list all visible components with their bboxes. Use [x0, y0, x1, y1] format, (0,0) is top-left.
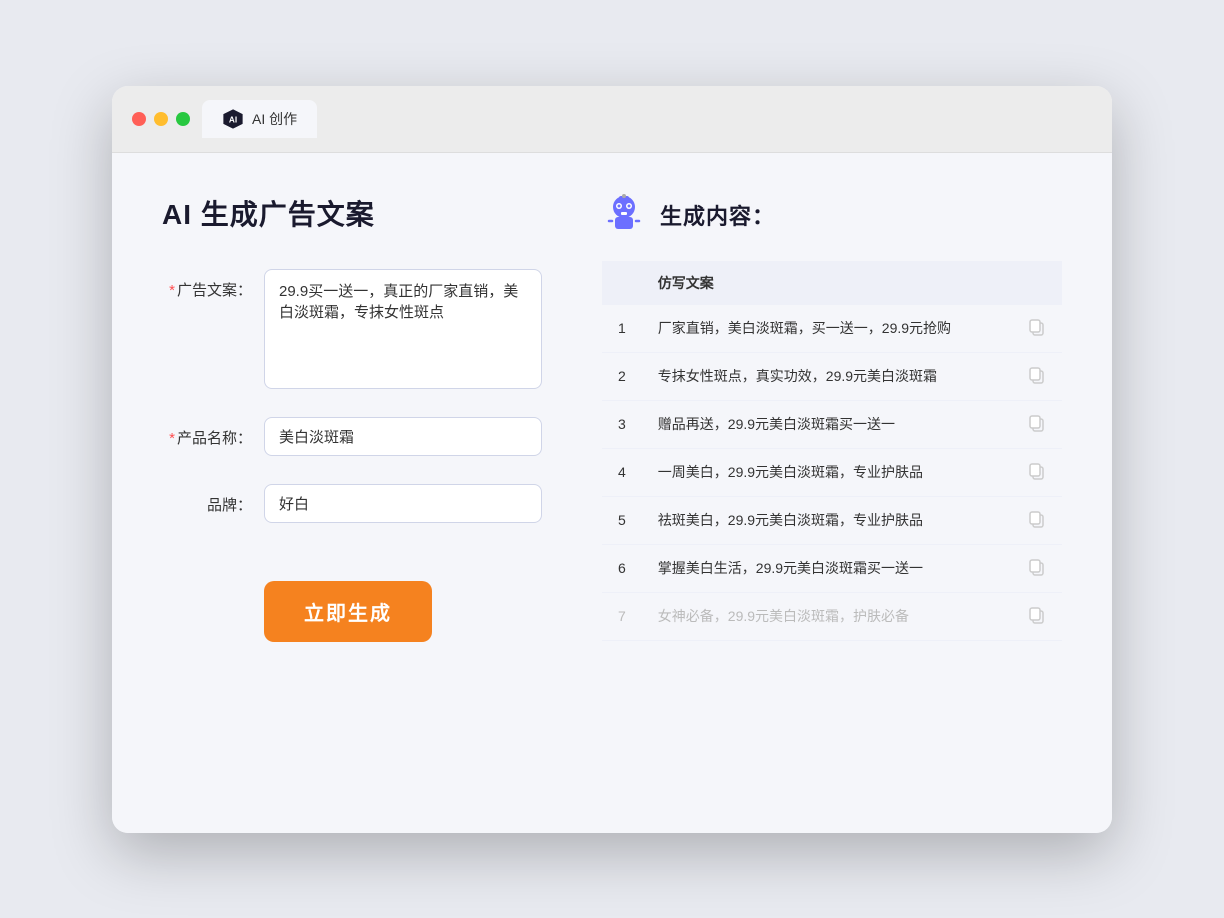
row-number: 5 — [602, 496, 642, 544]
row-action[interactable] — [1012, 400, 1062, 448]
row-number: 3 — [602, 400, 642, 448]
right-title: 生成内容： — [660, 199, 775, 231]
left-panel: AI 生成广告文案 *广告文案： *产品名称： 品牌： 立 — [162, 193, 542, 793]
row-number: 6 — [602, 544, 642, 592]
tab-title: AI 创作 — [252, 109, 297, 129]
table-row: 3赠品再送，29.9元美白淡斑霜买一送一 — [602, 400, 1062, 448]
product-name-row: *产品名称： — [162, 417, 542, 456]
results-table: 仿写文案 1厂家直销，美白淡斑霜，买一送一，29.9元抢购 2专抹女性斑点，真实… — [602, 261, 1062, 641]
table-row: 7女神必备，29.9元美白淡斑霜，护肤必备 — [602, 592, 1062, 640]
robot-icon — [602, 193, 646, 237]
right-panel: 生成内容： 仿写文案 1厂家直销，美白淡斑霜，买一送一，29.9元抢购 2专抹女… — [602, 193, 1062, 793]
row-number: 2 — [602, 352, 642, 400]
row-text: 掌握美白生活，29.9元美白淡斑霜买一送一 — [642, 544, 1012, 592]
titlebar: AI AI 创作 — [112, 86, 1112, 153]
page-title: AI 生成广告文案 — [162, 193, 542, 233]
row-action[interactable] — [1012, 352, 1062, 400]
copy-icon[interactable] — [1028, 318, 1046, 336]
product-name-label: *产品名称： — [162, 417, 252, 448]
ad-copy-label: *广告文案： — [162, 269, 252, 300]
ai-tab-icon: AI — [222, 108, 244, 130]
row-action[interactable] — [1012, 544, 1062, 592]
table-row: 5祛斑美白，29.9元美白淡斑霜，专业护肤品 — [602, 496, 1062, 544]
close-button[interactable] — [132, 112, 146, 126]
col-num — [602, 261, 642, 305]
minimize-button[interactable] — [154, 112, 168, 126]
row-text: 女神必备，29.9元美白淡斑霜，护肤必备 — [642, 592, 1012, 640]
row-action[interactable] — [1012, 305, 1062, 353]
maximize-button[interactable] — [176, 112, 190, 126]
row-text: 赠品再送，29.9元美白淡斑霜买一送一 — [642, 400, 1012, 448]
ad-copy-input[interactable] — [264, 269, 542, 389]
row-text: 专抹女性斑点，真实功效，29.9元美白淡斑霜 — [642, 352, 1012, 400]
product-name-input[interactable] — [264, 417, 542, 456]
product-name-required: * — [169, 430, 175, 447]
row-text: 厂家直销，美白淡斑霜，买一送一，29.9元抢购 — [642, 305, 1012, 353]
table-header: 仿写文案 — [602, 261, 1062, 305]
row-action[interactable] — [1012, 448, 1062, 496]
copy-icon[interactable] — [1028, 414, 1046, 432]
generate-button[interactable]: 立即生成 — [264, 581, 432, 642]
brand-input[interactable] — [264, 484, 542, 523]
row-text: 一周美白，29.9元美白淡斑霜，专业护肤品 — [642, 448, 1012, 496]
results-body: 1厂家直销，美白淡斑霜，买一送一，29.9元抢购 2专抹女性斑点，真实功效，29… — [602, 305, 1062, 641]
copy-icon[interactable] — [1028, 510, 1046, 528]
copy-icon[interactable] — [1028, 366, 1046, 384]
table-row: 1厂家直销，美白淡斑霜，买一送一，29.9元抢购 — [602, 305, 1062, 353]
traffic-lights — [132, 112, 190, 126]
main-content: AI 生成广告文案 *广告文案： *产品名称： 品牌： 立 — [112, 153, 1112, 833]
row-number: 4 — [602, 448, 642, 496]
ad-copy-required: * — [169, 282, 175, 299]
brand-label: 品牌： — [162, 484, 252, 515]
copy-icon[interactable] — [1028, 606, 1046, 624]
brand-row: 品牌： — [162, 484, 542, 523]
table-row: 4一周美白，29.9元美白淡斑霜，专业护肤品 — [602, 448, 1062, 496]
row-number: 7 — [602, 592, 642, 640]
col-action — [1012, 261, 1062, 305]
browser-window: AI AI 创作 AI 生成广告文案 *广告文案： *产品名称： — [112, 86, 1112, 833]
svg-text:AI: AI — [229, 115, 237, 124]
row-number: 1 — [602, 305, 642, 353]
table-row: 6掌握美白生活，29.9元美白淡斑霜买一送一 — [602, 544, 1062, 592]
copy-icon[interactable] — [1028, 558, 1046, 576]
row-action[interactable] — [1012, 592, 1062, 640]
row-text: 祛斑美白，29.9元美白淡斑霜，专业护肤品 — [642, 496, 1012, 544]
copy-icon[interactable] — [1028, 462, 1046, 480]
ai-tab[interactable]: AI AI 创作 — [202, 100, 317, 138]
table-row: 2专抹女性斑点，真实功效，29.9元美白淡斑霜 — [602, 352, 1062, 400]
col-copy: 仿写文案 — [642, 261, 1012, 305]
row-action[interactable] — [1012, 496, 1062, 544]
ad-copy-row: *广告文案： — [162, 269, 542, 389]
right-header: 生成内容： — [602, 193, 1062, 237]
